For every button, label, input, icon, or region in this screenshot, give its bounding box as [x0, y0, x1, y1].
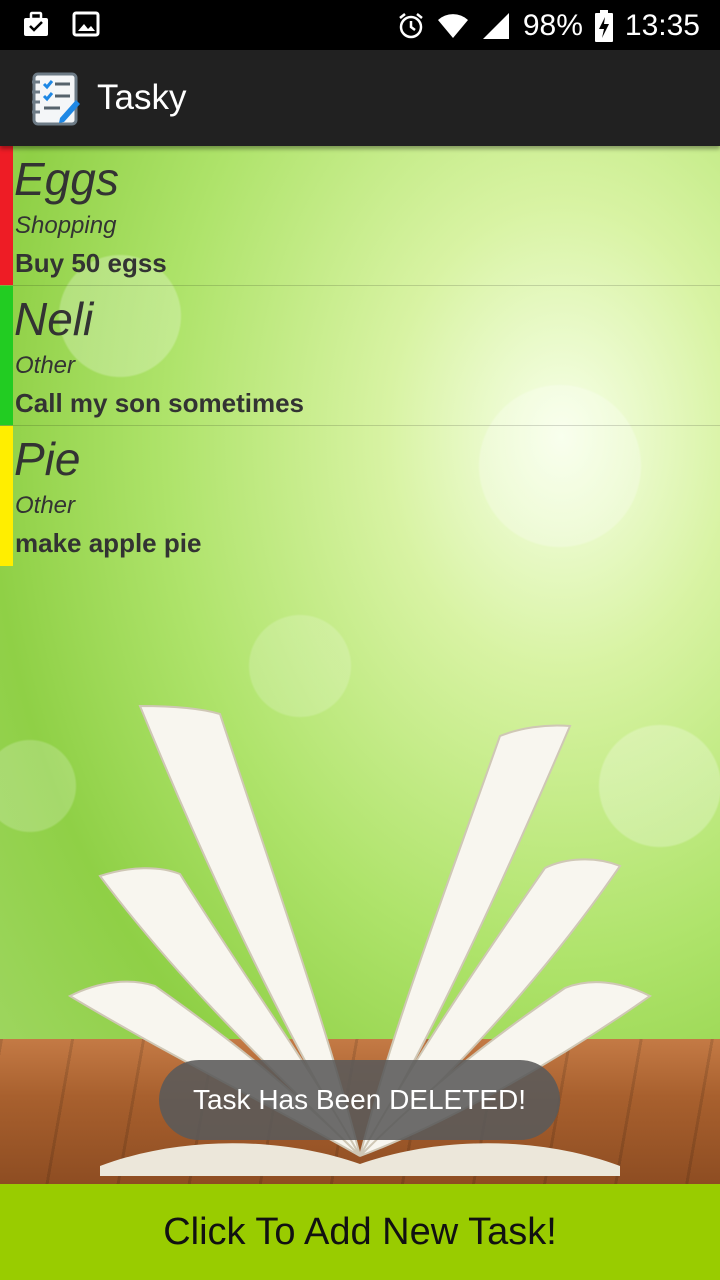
- task-title: Neli: [14, 293, 94, 345]
- task-item[interactable]: Pie Other make apple pie: [0, 426, 720, 566]
- toast-message: Task Has Been DELETED!: [159, 1060, 560, 1140]
- task-category: Other: [15, 492, 76, 519]
- signal-icon: [482, 13, 509, 39]
- task-category: Shopping: [15, 212, 117, 239]
- clock: 13:35: [624, 9, 700, 42]
- task-description: make apple pie: [15, 528, 202, 558]
- task-category: Other: [15, 352, 76, 379]
- image-icon: [72, 11, 100, 37]
- task-description: Buy 50 egss: [15, 248, 167, 278]
- add-new-task-button[interactable]: Click To Add New Task!: [0, 1184, 720, 1280]
- priority-bar: [0, 286, 13, 425]
- priority-bar: [0, 426, 13, 566]
- battery-percent: 98%: [522, 9, 583, 42]
- task-item[interactable]: Eggs Shopping Buy 50 egss: [0, 146, 720, 286]
- app-title: Tasky: [97, 78, 187, 117]
- task-description: Call my son sometimes: [15, 388, 304, 418]
- task-item[interactable]: Neli Other Call my son sometimes: [0, 286, 720, 426]
- task-list-area[interactable]: Eggs Shopping Buy 50 egss Neli Other Cal…: [0, 146, 720, 1184]
- task-list: Eggs Shopping Buy 50 egss Neli Other Cal…: [0, 146, 720, 566]
- task-title: Pie: [14, 433, 81, 485]
- alarm-icon: [399, 13, 423, 39]
- briefcase-icon: [24, 11, 48, 36]
- notepad-checklist-icon: [32, 72, 80, 126]
- wifi-icon: [437, 14, 468, 39]
- priority-bar: [0, 146, 13, 285]
- status-bar: 98% 13:35: [0, 0, 720, 50]
- task-title: Eggs: [14, 153, 119, 205]
- app-bar: Tasky: [0, 50, 720, 146]
- battery-charging-icon: [594, 10, 613, 42]
